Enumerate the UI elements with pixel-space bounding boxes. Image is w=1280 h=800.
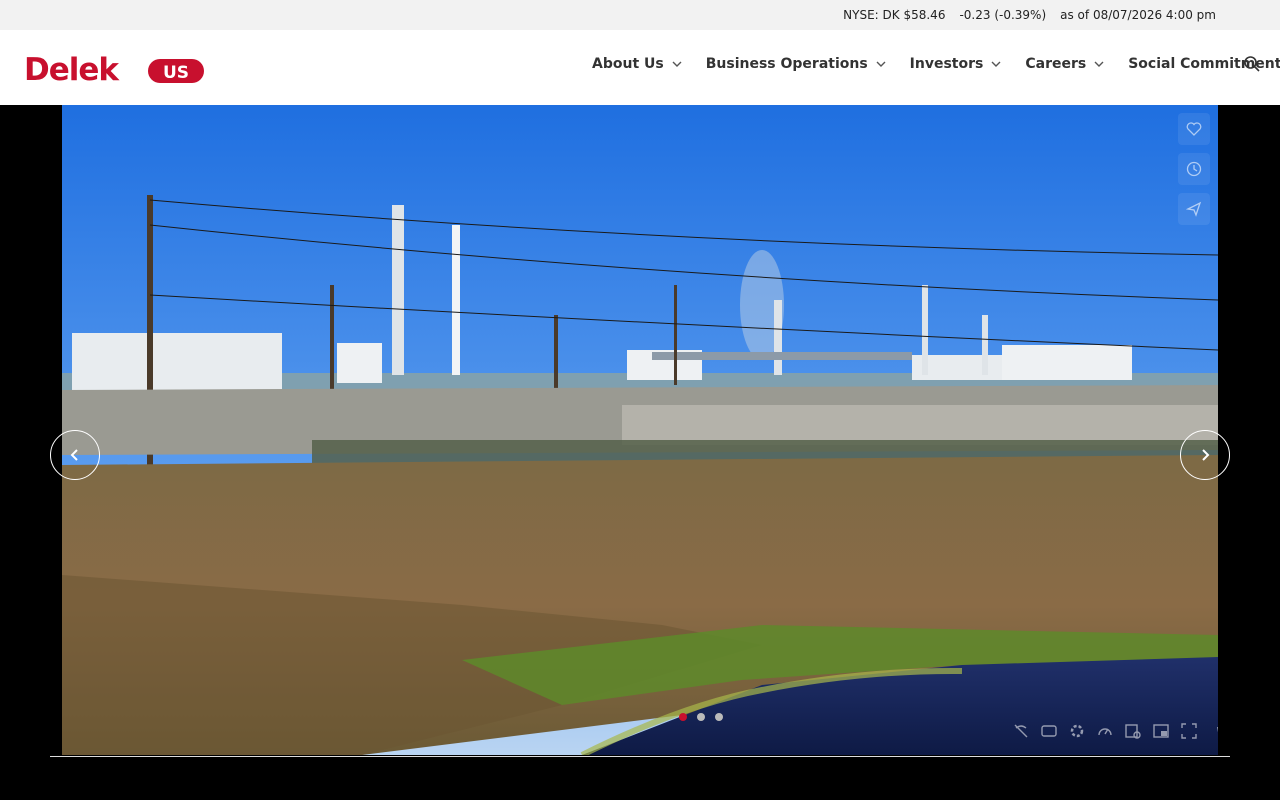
nav-investors-label: Investors — [909, 56, 984, 72]
stock-price: NYSE: DK $58.46 — [843, 8, 946, 22]
transcript-icon[interactable] — [1124, 722, 1142, 740]
chevron-right-icon — [1202, 449, 1210, 461]
heart-icon[interactable] — [1178, 113, 1210, 145]
site-header: Delek US About Us Business Operations In… — [0, 30, 1280, 105]
stock-change: -0.23 (-0.39%) — [959, 8, 1047, 22]
carousel-dot-2[interactable] — [697, 713, 705, 721]
vimeo-logo[interactable]: vimeo — [1216, 721, 1218, 740]
chevron-down-icon — [876, 61, 886, 67]
vimeo-controls: vimeo — [1012, 721, 1218, 740]
chevron-down-icon — [991, 61, 1001, 67]
vimeo-side-actions — [1178, 113, 1210, 225]
nav-business-operations[interactable]: Business Operations — [706, 56, 886, 72]
nav-about-us-label: About Us — [592, 56, 664, 72]
captions-icon[interactable] — [1040, 722, 1058, 740]
clock-icon[interactable] — [1178, 153, 1210, 185]
main-nav: About Us Business Operations Investors C… — [592, 56, 1280, 72]
carousel-prev-button[interactable] — [50, 430, 100, 480]
carousel-dot-3[interactable] — [715, 713, 723, 721]
chevron-down-icon — [672, 61, 682, 67]
carousel-dot-1[interactable] — [679, 713, 687, 721]
hero-carousel: vimeo — [0, 105, 1280, 800]
nav-about-us[interactable]: About Us — [592, 56, 682, 72]
nav-careers-label: Careers — [1025, 56, 1087, 72]
delek-us-logo[interactable]: Delek US — [24, 52, 204, 86]
stock-ticker-bar: NYSE: DK $58.46 -0.23 (-0.39%) as of 08/… — [0, 0, 1280, 30]
svg-text:Delek: Delek — [24, 52, 120, 86]
pip-icon[interactable] — [1152, 722, 1170, 740]
refinery-scene-image — [62, 105, 1218, 755]
speed-icon[interactable] — [1096, 722, 1114, 740]
chevron-down-icon — [1094, 61, 1104, 67]
send-icon[interactable] — [1178, 193, 1210, 225]
settings-icon[interactable] — [1068, 722, 1086, 740]
refinery-video[interactable]: vimeo — [62, 105, 1218, 755]
search-icon[interactable] — [1243, 55, 1261, 73]
carousel-dots — [679, 713, 723, 721]
fullscreen-icon[interactable] — [1180, 722, 1198, 740]
hero-divider — [50, 756, 1230, 757]
carousel-next-button[interactable] — [1180, 430, 1230, 480]
nav-careers[interactable]: Careers — [1025, 56, 1104, 72]
airplay-icon[interactable] — [1012, 722, 1030, 740]
svg-text:US: US — [163, 63, 189, 83]
nav-investors[interactable]: Investors — [910, 56, 1002, 72]
chevron-left-icon — [70, 449, 78, 461]
stock-timestamp: as of 08/07/2026 4:00 pm — [1060, 8, 1216, 22]
nav-business-operations-label: Business Operations — [705, 56, 868, 72]
